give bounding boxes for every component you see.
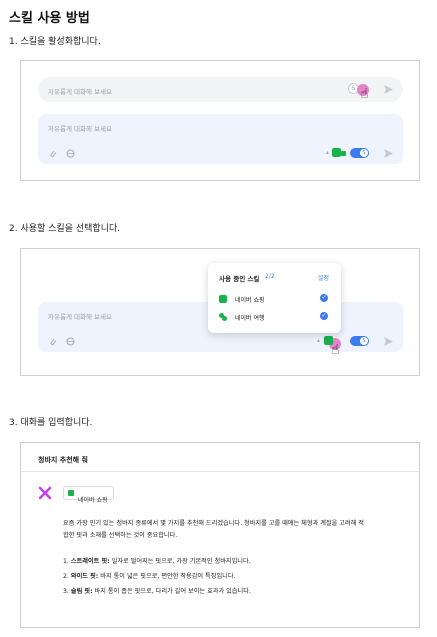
shopping-icon: [219, 295, 227, 303]
list-item: 2. 와이드 핏: 바지 통이 넓은 핏으로, 편안한 착용감이 특징입니다.: [63, 573, 236, 580]
toggle-knob: S: [360, 337, 368, 345]
travel-icon: [219, 313, 227, 321]
popup-item-shopping[interactable]: 네이버 쇼핑 ✓: [219, 293, 334, 305]
toggle-knob: S: [360, 149, 368, 157]
chat-user-message: 청바지 추천해 줘: [38, 456, 88, 464]
clova-x-logo-icon: [38, 486, 52, 500]
send-icon[interactable]: [383, 148, 394, 159]
skill-popup: 사용 중인 스킬 2/2 설정 네이버 쇼핑 ✓ 네이버 여행 ✓: [208, 263, 341, 333]
popup-item-label: 네이버 여행: [235, 315, 265, 322]
answer-line: 합한 핏과 소재를 선택하는 것이 중요합니다.: [63, 532, 178, 539]
send-icon[interactable]: [383, 84, 394, 95]
chat-input-collapsed[interactable]: 자유롭게 대화해 보세요 S ☝: [38, 77, 403, 102]
send-icon[interactable]: [383, 336, 394, 347]
page-title: 스킬 사용 방법: [9, 11, 90, 26]
step-1-screenshot: 자유롭게 대화해 보세요 S ☝ 자유롭게 대화해 보세요 ▴ S: [20, 60, 420, 181]
step-2-label: 2. 사용할 스킬을 선택합니다.: [9, 224, 121, 234]
paperclip-icon[interactable]: [48, 337, 57, 346]
popup-count: 2/2: [265, 273, 275, 280]
step-3-screenshot: 청바지 추천해 줘 네이버 쇼핑 요즘 가장 인기 있는 청바지 종류에서 몇 …: [20, 442, 420, 628]
chevron-up-icon[interactable]: ▴: [317, 337, 320, 345]
popup-settings-link[interactable]: 설정: [318, 273, 329, 282]
hand-pointer-icon: ☝: [360, 86, 369, 102]
globe-icon[interactable]: [66, 149, 75, 158]
chevron-up-icon[interactable]: ▴: [326, 149, 329, 157]
check-icon[interactable]: ✓: [320, 294, 328, 302]
input-placeholder-expanded: 자유롭게 대화해 보세요: [48, 125, 112, 133]
list-item: 1. 스트레이트 핏: 일자로 떨어지는 핏으로, 가장 기본적인 청바지입니다…: [63, 558, 251, 565]
chat-input-expanded[interactable]: 자유롭게 대화해 보세요 ▴ S: [38, 114, 403, 164]
divider: [21, 471, 419, 472]
skill-green-icon[interactable]: [332, 148, 341, 157]
list-item: 3. 슬림 핏: 바지 통이 좁은 핏으로, 다리가 길어 보이는 효과가 있습…: [63, 588, 251, 595]
skill-green-icon-2: [341, 151, 346, 156]
skill-toggle[interactable]: S: [350, 148, 369, 158]
skill-tag[interactable]: 네이버 쇼핑: [63, 486, 114, 504]
hand-pointer-icon: ☝: [331, 342, 340, 358]
step-2-screenshot: 자유롭게 대화해 보세요 ▴ ☝ S 사용 중인 스킬 2/2 설정 네이버 쇼…: [20, 248, 420, 376]
skill-toggle[interactable]: S: [350, 336, 369, 346]
shopping-icon: [68, 490, 74, 496]
answer-line: 요즘 가장 인기 있는 청바지 종류에서 몇 가지를 추천해 드리겠습니다. 청…: [63, 520, 364, 527]
input-placeholder: 자유롭게 대화해 보세요: [48, 88, 112, 96]
skill-tag-label: 네이버 쇼핑: [78, 497, 108, 504]
step-1-label: 1. 스킬을 활성화합니다.: [9, 37, 101, 47]
check-icon[interactable]: ✓: [320, 312, 328, 320]
step-3-label: 3. 대화를 입력합니다.: [9, 418, 93, 428]
popup-item-travel[interactable]: 네이버 여행 ✓: [219, 311, 334, 323]
popup-header: 사용 중인 스킬: [219, 275, 260, 283]
paperclip-icon[interactable]: [48, 149, 57, 158]
input-placeholder-2: 자유롭게 대화해 보세요: [48, 313, 112, 321]
globe-icon[interactable]: [66, 337, 75, 346]
popup-item-label: 네이버 쇼핑: [235, 297, 265, 304]
